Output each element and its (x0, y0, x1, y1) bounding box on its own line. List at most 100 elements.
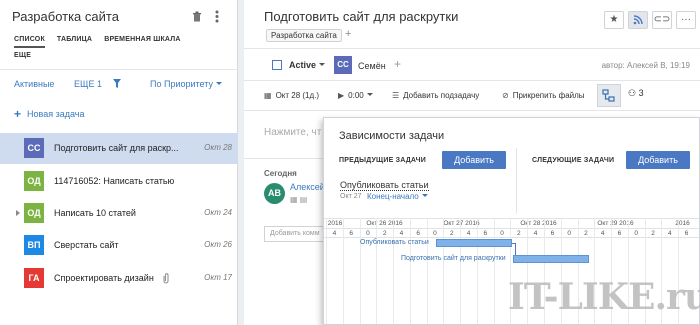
task-name: Написать 10 статей (54, 208, 136, 218)
gantt-grid-line (376, 218, 378, 324)
due-date-button[interactable]: ▦ Окт 28 (1д.) (264, 91, 319, 100)
trash-icon[interactable] (192, 11, 202, 22)
calendar-icon: ▦ (264, 91, 272, 100)
project-title: Разработка сайта (12, 9, 119, 24)
gantt-hour-tick: 4 (600, 230, 605, 237)
chevron-down-icon (319, 63, 326, 66)
timer-label: 0:00 (348, 91, 364, 100)
gantt-bar-label: Подготовить сайт для раскрутки (401, 255, 506, 262)
add-assignee-icon[interactable]: + (394, 57, 401, 71)
dependency-type-dropdown[interactable]: Конец-начало (367, 192, 428, 201)
gantt-bar[interactable] (436, 239, 512, 247)
funnel-icon[interactable] (113, 79, 121, 88)
filter-bar: Активные ЕЩЕ 1 По Приоритету (0, 76, 238, 92)
subtask-icon: ☰ (392, 91, 400, 100)
gantt-hour-tick: 4 (667, 230, 672, 237)
more-horizontal-icon: ··· (681, 14, 691, 25)
add-predecessor-button[interactable]: Добавить (442, 151, 506, 169)
subscribe-button[interactable] (628, 11, 648, 29)
gantt-day-header: 2016 Окт 26 2016 Окт 27 2016 Окт 28 2016… (324, 218, 699, 228)
status-dropdown[interactable]: Active (289, 60, 326, 70)
task-list-item[interactable]: ВП Сверстать сайт Окт 26 (0, 230, 238, 261)
gantt-day: Окт 26 2016 (366, 220, 403, 227)
tab-timeline[interactable]: ВРЕМЕННАЯ ШКАЛА (104, 32, 180, 48)
add-subtask-button[interactable]: ☰ Добавить подзадачу (392, 91, 479, 100)
add-folder-plus-icon[interactable]: + (345, 28, 351, 40)
assignee-name[interactable]: Семён (358, 61, 386, 71)
assignee-avatar[interactable]: СС (334, 56, 352, 74)
avatar: ВП (24, 235, 44, 255)
commenter-avatar: АВ (264, 183, 285, 204)
star-button[interactable]: ★ (604, 11, 624, 29)
rss-icon (633, 15, 643, 25)
task-name: 114716052: Написать статью (54, 176, 175, 186)
divider (516, 148, 517, 214)
calendar-icon: ▦ (290, 195, 298, 204)
new-task-button[interactable]: + Новая задача (14, 107, 84, 121)
description-placeholder[interactable]: Нажмите, чт (264, 127, 321, 138)
successors-heading: СЛЕДУЮЩИЕ ЗАДАЧИ (532, 157, 615, 164)
breadcrumb[interactable]: Разработка сайта (266, 29, 342, 42)
gantt-hour-header: 4 6 0 2 4 6 0 2 4 6 0 2 4 6 0 2 4 6 0 2 4 6 (324, 228, 699, 238)
watermark: IT-LIKE.ru (508, 276, 700, 318)
gantt-hour-tick: 6 (483, 230, 488, 237)
status-checkbox[interactable] (272, 60, 282, 70)
task-list-item[interactable]: ОД 114716052: Написать статью (0, 166, 238, 197)
timer-button[interactable]: ▶ 0:00 (338, 91, 373, 100)
more-menu-icon[interactable] (215, 10, 219, 23)
gantt-grid-line (476, 218, 478, 324)
tab-table[interactable]: ТАБЛИЦА (57, 32, 92, 48)
view-tabs: СПИСОК ТАБЛИЦА ВРЕМЕННАЯ ШКАЛА ЕЩЕ (14, 32, 229, 64)
attachment-icon (163, 273, 169, 284)
task-due-date: Окт 24 (204, 208, 232, 217)
filter-more[interactable]: ЕЩЕ 1 (74, 79, 102, 89)
gantt-bar-label: Опубликовать статьи (360, 239, 429, 246)
gantt-hour-tick: 6 (349, 230, 353, 237)
dependencies-button[interactable] (597, 84, 621, 107)
dependency-type-label: Конец-начало (367, 192, 419, 201)
task-title[interactable]: Подготовить сайт для раскрутки (264, 9, 458, 24)
gantt-hour-tick: 4 (533, 230, 538, 237)
task-list-item[interactable]: ОД Написать 10 статей Окт 24 (0, 198, 238, 229)
author-info: автор: Алексей В, 19:19 (601, 61, 690, 70)
task-list-item[interactable]: ГА Спроектировать дизайн Окт 17 (0, 263, 238, 294)
add-successor-button[interactable]: Добавить (626, 151, 690, 169)
predecessor-task-link[interactable]: Опубликовать статьи (340, 180, 429, 191)
avatar: ГА (24, 268, 44, 288)
gantt-grid-line (493, 218, 495, 324)
subtasks-button[interactable]: ⚇ 3 (628, 88, 644, 99)
predecessors-heading: ПРЕДЫДУЩИЕ ЗАДАЧИ (339, 157, 426, 164)
task-list-item[interactable]: СС Подготовить сайт для раскр... Окт 28 (0, 133, 238, 164)
gantt-hour-tick: 0 (433, 230, 437, 237)
link-icon: ⊂⊃ (653, 14, 671, 25)
task-due-date: Окт 28 (204, 143, 232, 152)
gantt-hour-tick: 6 (684, 230, 689, 237)
gantt-hour-tick: 2 (584, 230, 588, 237)
filter-active[interactable]: Активные (14, 79, 54, 89)
gantt-hour-tick: 4 (399, 230, 404, 237)
gantt-day: Окт 27 2016 (443, 220, 480, 227)
new-task-label: Новая задача (27, 109, 85, 119)
commenter-name[interactable]: Алексей (290, 182, 325, 192)
dependencies-icon (602, 89, 615, 102)
task-name: Спроектировать дизайн (54, 273, 154, 283)
gantt-hour-tick: 6 (617, 230, 622, 237)
chevron-down-icon (366, 93, 373, 96)
gantt-day: Окт 28 2016 (520, 220, 557, 227)
link-button[interactable]: ⊂⊃ (652, 11, 672, 29)
gantt-hour-tick: 0 (567, 230, 571, 237)
tab-more[interactable]: ЕЩЕ (14, 48, 31, 64)
subtasks-count: 3 (638, 88, 644, 98)
divider (244, 110, 700, 111)
gantt-hour-tick: 0 (500, 230, 504, 237)
add-comment-input[interactable]: Добавить комм (264, 226, 326, 242)
avatar: ОД (24, 171, 44, 191)
gantt-hour-tick: 2 (449, 230, 454, 237)
gantt-bar[interactable] (513, 255, 589, 263)
expand-arrow-icon[interactable] (16, 210, 20, 216)
tab-list[interactable]: СПИСОК (14, 34, 45, 48)
attach-files-button[interactable]: ⊘ Прикрепить файлы (502, 91, 585, 100)
sort-dropdown[interactable]: По Приоритету (150, 79, 222, 89)
plus-icon: + (14, 107, 22, 121)
more-button[interactable]: ··· (676, 11, 696, 29)
